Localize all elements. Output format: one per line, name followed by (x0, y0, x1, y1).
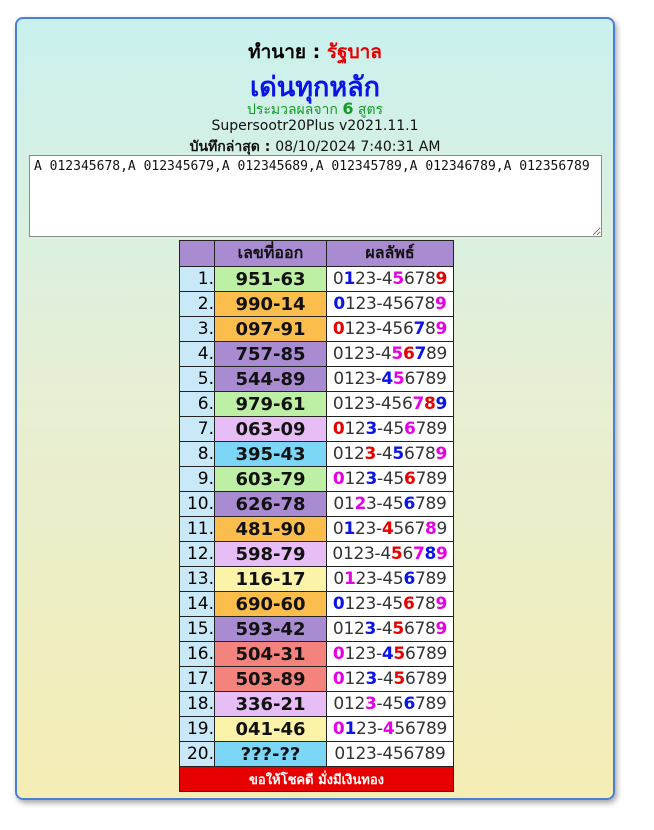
table-row: 15. 593-42 0123-456789 (179, 616, 454, 642)
summary-count: 6 (342, 99, 354, 118)
result-digits: 0123-456789 (326, 416, 454, 442)
table-row: 18. 336-21 0123-456789 (179, 691, 454, 717)
row-index: 5. (179, 366, 215, 392)
row-index: 18. (179, 691, 215, 717)
result-digits: 0123-456789 (326, 341, 454, 367)
result-digits: 0123-456789 (326, 741, 454, 767)
table-row: 19. 041-46 0123-456789 (179, 716, 454, 742)
table-row: 3. 097-91 0123-456789 (179, 316, 454, 342)
row-index: 8. (179, 441, 215, 467)
table-row: 9. 603-79 0123-456789 (179, 466, 454, 492)
result-digits: 0123-456789 (326, 641, 454, 667)
table-row: 5. 544-89 0123-456789 (179, 366, 454, 392)
row-index: 2. (179, 291, 215, 317)
row-index: 15. (179, 616, 215, 642)
drawn-number: 116-17 (214, 566, 327, 592)
row-index: 10. (179, 491, 215, 517)
drawn-number: 598-79 (214, 541, 327, 567)
drawn-number: 336-21 (214, 691, 327, 717)
number-column-header: เลขที่ออก (214, 240, 327, 267)
software-version: Supersootr20Plus v2021.11.1 (211, 118, 419, 134)
result-digits: 0123-456789 (326, 266, 454, 292)
drawn-number: 593-42 (214, 616, 327, 642)
prediction-card: ทำนาย : รัฐบาล เด่นทุกหลัก ประมวลผลจาก 6… (15, 17, 615, 800)
results-table: เลขที่ออก ผลลัพธ์ 1. 951-63 0123-456789 2. 9… (179, 240, 454, 792)
drawn-number: 063-09 (214, 416, 327, 442)
table-row: 2. 990-14 0123-456789 (179, 291, 454, 317)
result-digits: 0123-456789 (326, 366, 454, 392)
drawn-number: 690-60 (214, 591, 327, 617)
saved-label: บันทึกล่าสุด : (189, 139, 276, 155)
row-index: 9. (179, 466, 215, 492)
row-index: 1. (179, 266, 215, 292)
result-digits: 0123-456789 (326, 491, 454, 517)
table-row: 1. 951-63 0123-456789 (179, 266, 454, 292)
formula-textarea[interactable]: A 012345678,A 012345679,A 012345689,A 01… (29, 155, 602, 237)
row-index: 16. (179, 641, 215, 667)
prediction-heading: ทำนาย : รัฐบาล (17, 37, 613, 67)
row-index: 6. (179, 391, 215, 417)
drawn-number: 097-91 (214, 316, 327, 342)
drawn-number: 757-85 (214, 341, 327, 367)
drawn-number: 979-61 (214, 391, 327, 417)
drawn-number: 041-46 (214, 716, 327, 742)
table-row: 8. 395-43 0123-456789 (179, 441, 454, 467)
row-index: 19. (179, 716, 215, 742)
result-digits: 0123-456789 (326, 516, 454, 542)
result-digits: 0123-456789 (326, 716, 454, 742)
table-row: 16. 504-31 0123-456789 (179, 641, 454, 667)
result-digits: 0123-456789 (326, 691, 454, 717)
result-column-header: ผลลัพธ์ (326, 240, 454, 267)
drawn-number: 951-63 (214, 266, 327, 292)
result-digits: 0123-456789 (326, 666, 454, 692)
predict-label: ทำนาย : (248, 41, 327, 63)
drawn-number: ???-?? (214, 741, 327, 767)
drawn-number: 990-14 (214, 291, 327, 317)
saved-time: 08/10/2024 7:40:31 AM (275, 139, 441, 155)
result-digits: 0123-456789 (326, 391, 454, 417)
row-index: 13. (179, 566, 215, 592)
result-digits: 0123-456789 (326, 441, 454, 467)
footer-row: ขอให้โชคดี มั่งมีเงินทอง (179, 766, 454, 792)
row-index: 14. (179, 591, 215, 617)
table-row: 12. 598-79 0123-456789 (179, 541, 454, 567)
table-row: 10. 626-78 0123-456789 (179, 491, 454, 517)
table-row: 20. ???-?? 0123-456789 (179, 741, 454, 767)
drawn-number: 544-89 (214, 366, 327, 392)
result-digits: 0123-456789 (326, 566, 454, 592)
lottery-name: รัฐบาล (326, 41, 382, 63)
table-header-row: เลขที่ออก ผลลัพธ์ (179, 240, 454, 267)
row-index: 4. (179, 341, 215, 367)
table-row: 7. 063-09 0123-456789 (179, 416, 454, 442)
row-index: 12. (179, 541, 215, 567)
result-digits: 0123-456789 (326, 591, 454, 617)
result-digits: 0123-456789 (326, 316, 454, 342)
table-row: 14. 690-60 0123-456789 (179, 591, 454, 617)
summary-suffix: สูตร (353, 102, 384, 118)
result-digits: 0123-456789 (326, 541, 454, 567)
table-row: 11. 481-90 0123-456789 (179, 516, 454, 542)
drawn-number: 504-31 (214, 641, 327, 667)
table-row: 13. 116-17 0123-456789 (179, 566, 454, 592)
drawn-number: 503-89 (214, 666, 327, 692)
summary-prefix: ประมวลผลจาก (246, 102, 343, 118)
row-index: 7. (179, 416, 215, 442)
result-digits: 0123-456789 (326, 291, 454, 317)
good-luck-footer: ขอให้โชคดี มั่งมีเงินทอง (179, 766, 454, 792)
row-index: 3. (179, 316, 215, 342)
drawn-number: 481-90 (214, 516, 327, 542)
table-row: 17. 503-89 0123-456789 (179, 666, 454, 692)
drawn-number: 626-78 (214, 491, 327, 517)
table-row: 6. 979-61 0123-456789 (179, 391, 454, 417)
index-header (179, 240, 215, 267)
result-digits: 0123-456789 (326, 616, 454, 642)
row-index: 17. (179, 666, 215, 692)
table-row: 4. 757-85 0123-456789 (179, 341, 454, 367)
drawn-number: 395-43 (214, 441, 327, 467)
result-digits: 0123-456789 (326, 466, 454, 492)
row-index: 11. (179, 516, 215, 542)
row-index: 20. (179, 741, 215, 767)
drawn-number: 603-79 (214, 466, 327, 492)
